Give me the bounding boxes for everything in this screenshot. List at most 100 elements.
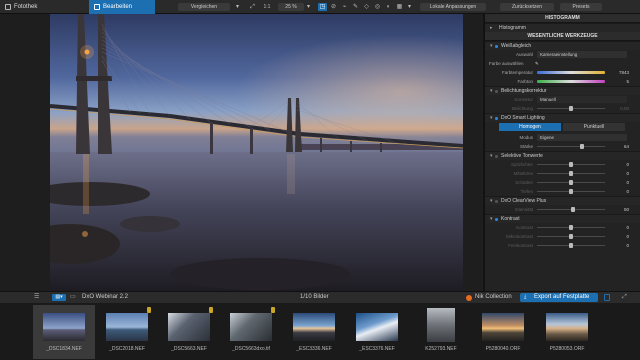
filmstrip-thumb[interactable]: P5280053.ORF: [536, 305, 598, 359]
thumbnail-image: [546, 313, 588, 341]
presets-button[interactable]: Presets: [560, 3, 602, 11]
shadows-value[interactable]: 0: [609, 178, 629, 187]
fullscreen-icon[interactable]: ⤢: [622, 293, 627, 302]
temp-value[interactable]: 7843: [609, 68, 629, 77]
clearview-group[interactable]: ▾ DxO ClearView Plus: [485, 196, 640, 205]
highlights-slider[interactable]: [537, 162, 605, 167]
slider-knob[interactable]: [569, 162, 573, 167]
blacks-slider[interactable]: [537, 189, 605, 194]
mask-icon[interactable]: ◎: [373, 3, 382, 11]
tint-value[interactable]: 5: [609, 77, 629, 86]
before-after-icon[interactable]: ◐: [384, 3, 393, 11]
filmstrip-thumb[interactable]: _ESC3336.NEF: [283, 305, 345, 359]
slider-knob[interactable]: [571, 207, 575, 212]
eyedropper-icon[interactable]: ✎: [535, 59, 539, 68]
power-icon[interactable]: [495, 155, 498, 158]
slider-knob[interactable]: [569, 106, 573, 111]
tab-library[interactable]: Fotothek: [0, 0, 88, 14]
essential-tools-header[interactable]: WESENTLICHE WERKZEUGE: [485, 32, 640, 41]
wb-selection-dropdown[interactable]: Kameraeinstellung: [537, 51, 627, 58]
slider-knob[interactable]: [569, 189, 573, 194]
repair-brush-icon[interactable]: ⌁: [340, 3, 349, 11]
selective-tone-group[interactable]: ▾ Selektive Tonwerte: [485, 151, 640, 160]
filmstrip-thumb[interactable]: _DSC5663.NEF: [158, 305, 220, 359]
histogram-group[interactable]: ▸ Histogramm: [485, 23, 640, 32]
filmstrip-thumb[interactable]: _DSC2018.NEF: [96, 305, 158, 359]
zoom-dropdown-icon[interactable]: ▾: [304, 3, 313, 11]
sl-strength-value[interactable]: 64: [609, 142, 629, 151]
midtones-value[interactable]: 0: [609, 169, 629, 178]
thumb-filename: _ESC3376.NEF: [359, 346, 395, 352]
slider-knob[interactable]: [569, 180, 573, 185]
clearview-intensity-row: Intensität 50: [485, 205, 640, 214]
seg-spot[interactable]: Punktuell: [563, 123, 625, 131]
view-dropdown-icon[interactable]: ▾: [233, 3, 242, 11]
image-viewer[interactable]: [0, 14, 483, 291]
zoom-select[interactable]: 25 %: [278, 3, 304, 11]
microcontrast-slider[interactable]: [537, 234, 605, 239]
histogram-header[interactable]: HISTOGRAMM: [485, 14, 640, 23]
contrast-slider[interactable]: [537, 225, 605, 230]
image-count-label: 1/10 Bilder: [300, 294, 329, 300]
power-icon[interactable]: [495, 200, 498, 203]
filmstrip-thumb[interactable]: _DSC1834.NEF: [33, 305, 95, 359]
exposure-slider[interactable]: [537, 106, 605, 111]
blacks-value[interactable]: 0: [609, 187, 629, 196]
slider-knob[interactable]: [569, 171, 573, 176]
shadows-slider[interactable]: [537, 180, 605, 185]
tint-label: Farbton: [517, 79, 533, 84]
finecontrast-value[interactable]: 0: [609, 241, 629, 250]
share-icon[interactable]: [604, 294, 610, 301]
filmstrip-thumb[interactable]: _DSC5663dxo.tif: [220, 305, 282, 359]
nik-collection-button[interactable]: Nik Collection: [475, 292, 512, 303]
slider-knob[interactable]: [569, 225, 573, 230]
seg-homogen[interactable]: Homogen: [499, 123, 561, 131]
filmstrip-thumb[interactable]: _ESC3376.NEF: [346, 305, 408, 359]
tint-slider[interactable]: [537, 80, 605, 83]
power-icon[interactable]: [495, 117, 498, 120]
highlights-value[interactable]: 0: [609, 160, 629, 169]
white-balance-group[interactable]: ▾ Weißabgleich: [485, 41, 640, 50]
clearview-intensity-value[interactable]: 50: [609, 205, 629, 214]
finecontrast-slider[interactable]: [537, 243, 605, 248]
slider-knob[interactable]: [569, 234, 573, 239]
contrast-group[interactable]: ▾ Kontrast: [485, 214, 640, 223]
slider-knob[interactable]: [580, 144, 584, 149]
folder-sort-button[interactable]: ▤▾: [52, 294, 66, 301]
exposure-group[interactable]: ▾ Belichtungskorrektur: [485, 86, 640, 95]
compare-button[interactable]: Vergleichen: [178, 3, 230, 11]
power-icon[interactable]: [495, 90, 498, 93]
ratio-button[interactable]: 1:1: [260, 3, 274, 11]
filter-icon[interactable]: ☰: [34, 294, 43, 301]
clearview-intensity-slider[interactable]: [537, 207, 605, 212]
tab-edit[interactable]: Bearbeiten: [89, 0, 155, 14]
perspective-icon[interactable]: ◇: [362, 3, 371, 11]
compare-label: Vergleichen: [190, 4, 218, 10]
local-adjustments-button[interactable]: Lokale Anpassungen: [420, 3, 486, 11]
fit-icon[interactable]: ⤢: [248, 3, 257, 11]
export-button[interactable]: ⤓ Export auf Festplatte: [520, 293, 598, 302]
reset-button[interactable]: Zurücksetzen: [500, 3, 554, 11]
midtones-slider[interactable]: [537, 171, 605, 176]
grid-icon[interactable]: ▦: [395, 3, 404, 11]
crop-tool-icon[interactable]: ◳: [318, 3, 327, 11]
main-photo: [50, 14, 463, 291]
sl-mode-dropdown[interactable]: Eigene: [537, 134, 627, 141]
warning-icon[interactable]: ▾: [405, 3, 414, 11]
power-icon[interactable]: [495, 45, 498, 48]
microcontrast-value[interactable]: 0: [609, 232, 629, 241]
sl-strength-slider[interactable]: [537, 144, 605, 149]
smart-lighting-group[interactable]: ▾ DxO Smart Lighting: [485, 113, 640, 122]
slider-knob[interactable]: [569, 243, 573, 248]
exposure-value[interactable]: 0,00: [609, 104, 629, 113]
filmstrip-thumb[interactable]: K252793.NEF: [410, 305, 472, 359]
filmstrip-thumb[interactable]: P5280040.ORF: [472, 305, 534, 359]
exposure-mode-dropdown[interactable]: Manuell: [537, 96, 627, 103]
power-icon[interactable]: [495, 218, 498, 221]
temp-slider[interactable]: [537, 71, 605, 74]
smart-lighting-mode-row: Modus Eigene: [485, 133, 640, 142]
clearview-title: DxO ClearView Plus: [501, 198, 547, 204]
eyedropper-icon[interactable]: ✎: [351, 3, 360, 11]
straighten-icon[interactable]: ⊘: [329, 3, 338, 11]
contrast-value[interactable]: 0: [609, 223, 629, 232]
